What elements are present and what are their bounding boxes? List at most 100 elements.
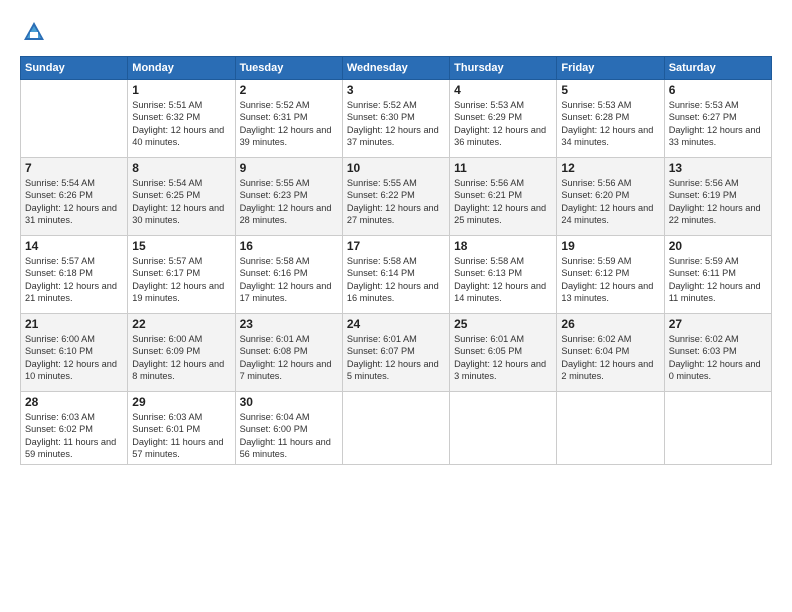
day-number: 9: [240, 161, 338, 175]
day-info: Sunrise: 5:56 AMSunset: 6:19 PMDaylight:…: [669, 177, 767, 227]
day-number: 29: [132, 395, 230, 409]
calendar-cell: 29 Sunrise: 6:03 AMSunset: 6:01 PMDayligh…: [128, 392, 235, 465]
day-info: Sunrise: 5:53 AMSunset: 6:29 PMDaylight:…: [454, 99, 552, 149]
day-info: Sunrise: 5:56 AMSunset: 6:20 PMDaylight:…: [561, 177, 659, 227]
day-number: 17: [347, 239, 445, 253]
day-number: 1: [132, 83, 230, 97]
day-info: Sunrise: 5:54 AMSunset: 6:25 PMDaylight:…: [132, 177, 230, 227]
calendar-week-row: 7Sunrise: 5:54 AMSunset: 6:26 PMDaylight…: [21, 158, 772, 236]
calendar-cell: 1 Sunrise: 5:51 AMSunset: 6:32 PMDaylight…: [128, 80, 235, 158]
calendar-cell: 28Sunrise: 6:03 AMSunset: 6:02 PMDayligh…: [21, 392, 128, 465]
calendar-cell: 30 Sunrise: 6:04 AMSunset: 6:00 PMDayligh…: [235, 392, 342, 465]
calendar-cell: 16 Sunrise: 5:58 AMSunset: 6:16 PMDayligh…: [235, 236, 342, 314]
day-info: Sunrise: 6:02 AMSunset: 6:03 PMDaylight:…: [669, 333, 767, 383]
calendar-cell: 13 Sunrise: 5:56 AMSunset: 6:19 PMDayligh…: [664, 158, 771, 236]
header: [20, 18, 772, 46]
calendar-cell: 5Sunrise: 5:53 AMSunset: 6:28 PMDaylight…: [557, 80, 664, 158]
weekday-header-tuesday: Tuesday: [235, 57, 342, 80]
day-number: 22: [132, 317, 230, 331]
calendar-cell: 23Sunrise: 6:01 AMSunset: 6:08 PMDayligh…: [235, 314, 342, 392]
day-info: Sunrise: 5:59 AMSunset: 6:12 PMDaylight:…: [561, 255, 659, 305]
calendar-cell: 11 Sunrise: 5:56 AMSunset: 6:21 PMDayligh…: [450, 158, 557, 236]
day-info: Sunrise: 5:58 AMSunset: 6:13 PMDaylight:…: [454, 255, 552, 305]
day-number: 12: [561, 161, 659, 175]
calendar-cell: 22Sunrise: 6:00 AMSunset: 6:09 PMDayligh…: [128, 314, 235, 392]
day-number: 8: [132, 161, 230, 175]
day-info: Sunrise: 5:55 AMSunset: 6:23 PMDaylight:…: [240, 177, 338, 227]
calendar-cell: [664, 392, 771, 465]
day-number: 19: [561, 239, 659, 253]
day-number: 28: [25, 395, 123, 409]
day-number: 4: [454, 83, 552, 97]
calendar-cell: 2 Sunrise: 5:52 AMSunset: 6:31 PMDaylight…: [235, 80, 342, 158]
calendar-cell: 10Sunrise: 5:55 AMSunset: 6:22 PMDayligh…: [342, 158, 449, 236]
calendar-cell: [342, 392, 449, 465]
day-info: Sunrise: 5:57 AMSunset: 6:17 PMDaylight:…: [132, 255, 230, 305]
calendar-cell: 8 Sunrise: 5:54 AMSunset: 6:25 PMDaylight…: [128, 158, 235, 236]
calendar-cell: 12 Sunrise: 5:56 AMSunset: 6:20 PMDayligh…: [557, 158, 664, 236]
day-number: 5: [561, 83, 659, 97]
logo: [20, 18, 52, 46]
day-number: 13: [669, 161, 767, 175]
weekday-header-saturday: Saturday: [664, 57, 771, 80]
weekday-header-sunday: Sunday: [21, 57, 128, 80]
calendar-week-row: 21 Sunrise: 6:00 AMSunset: 6:10 PMDayligh…: [21, 314, 772, 392]
page: SundayMondayTuesdayWednesdayThursdayFrid…: [0, 0, 792, 612]
calendar-week-row: 28Sunrise: 6:03 AMSunset: 6:02 PMDayligh…: [21, 392, 772, 465]
day-number: 14: [25, 239, 123, 253]
day-info: Sunrise: 5:51 AMSunset: 6:32 PMDaylight:…: [132, 99, 230, 149]
calendar-cell: 20 Sunrise: 5:59 AMSunset: 6:11 PMDayligh…: [664, 236, 771, 314]
weekday-header-wednesday: Wednesday: [342, 57, 449, 80]
calendar-cell: [557, 392, 664, 465]
day-info: Sunrise: 5:57 AMSunset: 6:18 PMDaylight:…: [25, 255, 123, 305]
day-info: Sunrise: 6:01 AMSunset: 6:08 PMDaylight:…: [240, 333, 338, 383]
weekday-header-thursday: Thursday: [450, 57, 557, 80]
day-info: Sunrise: 5:52 AMSunset: 6:31 PMDaylight:…: [240, 99, 338, 149]
calendar-cell: 15 Sunrise: 5:57 AMSunset: 6:17 PMDayligh…: [128, 236, 235, 314]
day-info: Sunrise: 6:04 AMSunset: 6:00 PMDaylight:…: [240, 411, 338, 461]
day-info: Sunrise: 5:55 AMSunset: 6:22 PMDaylight:…: [347, 177, 445, 227]
day-info: Sunrise: 5:59 AMSunset: 6:11 PMDaylight:…: [669, 255, 767, 305]
day-number: 25: [454, 317, 552, 331]
day-info: Sunrise: 6:00 AMSunset: 6:10 PMDaylight:…: [25, 333, 123, 383]
day-number: 24: [347, 317, 445, 331]
day-number: 20: [669, 239, 767, 253]
day-info: Sunrise: 5:52 AMSunset: 6:30 PMDaylight:…: [347, 99, 445, 149]
day-info: Sunrise: 5:56 AMSunset: 6:21 PMDaylight:…: [454, 177, 552, 227]
calendar-table: SundayMondayTuesdayWednesdayThursdayFrid…: [20, 56, 772, 465]
day-number: 21: [25, 317, 123, 331]
calendar-cell: 18 Sunrise: 5:58 AMSunset: 6:13 PMDayligh…: [450, 236, 557, 314]
day-info: Sunrise: 6:03 AMSunset: 6:01 PMDaylight:…: [132, 411, 230, 461]
day-number: 27: [669, 317, 767, 331]
day-number: 30: [240, 395, 338, 409]
calendar-cell: [450, 392, 557, 465]
weekday-header-friday: Friday: [557, 57, 664, 80]
calendar-cell: 7Sunrise: 5:54 AMSunset: 6:26 PMDaylight…: [21, 158, 128, 236]
weekday-header-row: SundayMondayTuesdayWednesdayThursdayFrid…: [21, 57, 772, 80]
day-number: 11: [454, 161, 552, 175]
calendar-cell: 14 Sunrise: 5:57 AMSunset: 6:18 PMDayligh…: [21, 236, 128, 314]
calendar-cell: 6 Sunrise: 5:53 AMSunset: 6:27 PMDaylight…: [664, 80, 771, 158]
day-info: Sunrise: 6:01 AMSunset: 6:07 PMDaylight:…: [347, 333, 445, 383]
calendar-cell: 19 Sunrise: 5:59 AMSunset: 6:12 PMDayligh…: [557, 236, 664, 314]
day-info: Sunrise: 5:58 AMSunset: 6:16 PMDaylight:…: [240, 255, 338, 305]
calendar-cell: 9 Sunrise: 5:55 AMSunset: 6:23 PMDaylight…: [235, 158, 342, 236]
day-info: Sunrise: 6:01 AMSunset: 6:05 PMDaylight:…: [454, 333, 552, 383]
calendar-cell: 27 Sunrise: 6:02 AMSunset: 6:03 PMDayligh…: [664, 314, 771, 392]
day-number: 2: [240, 83, 338, 97]
day-info: Sunrise: 5:53 AMSunset: 6:27 PMDaylight:…: [669, 99, 767, 149]
weekday-header-monday: Monday: [128, 57, 235, 80]
day-number: 15: [132, 239, 230, 253]
day-number: 16: [240, 239, 338, 253]
calendar-cell: 26 Sunrise: 6:02 AMSunset: 6:04 PMDayligh…: [557, 314, 664, 392]
day-number: 26: [561, 317, 659, 331]
day-info: Sunrise: 6:02 AMSunset: 6:04 PMDaylight:…: [561, 333, 659, 383]
day-number: 18: [454, 239, 552, 253]
calendar-cell: 4 Sunrise: 5:53 AMSunset: 6:29 PMDaylight…: [450, 80, 557, 158]
calendar-cell: 24 Sunrise: 6:01 AMSunset: 6:07 PMDayligh…: [342, 314, 449, 392]
day-number: 6: [669, 83, 767, 97]
logo-icon: [20, 18, 48, 46]
calendar-week-row: 14 Sunrise: 5:57 AMSunset: 6:18 PMDayligh…: [21, 236, 772, 314]
calendar-cell: 21 Sunrise: 6:00 AMSunset: 6:10 PMDayligh…: [21, 314, 128, 392]
calendar-cell: [21, 80, 128, 158]
